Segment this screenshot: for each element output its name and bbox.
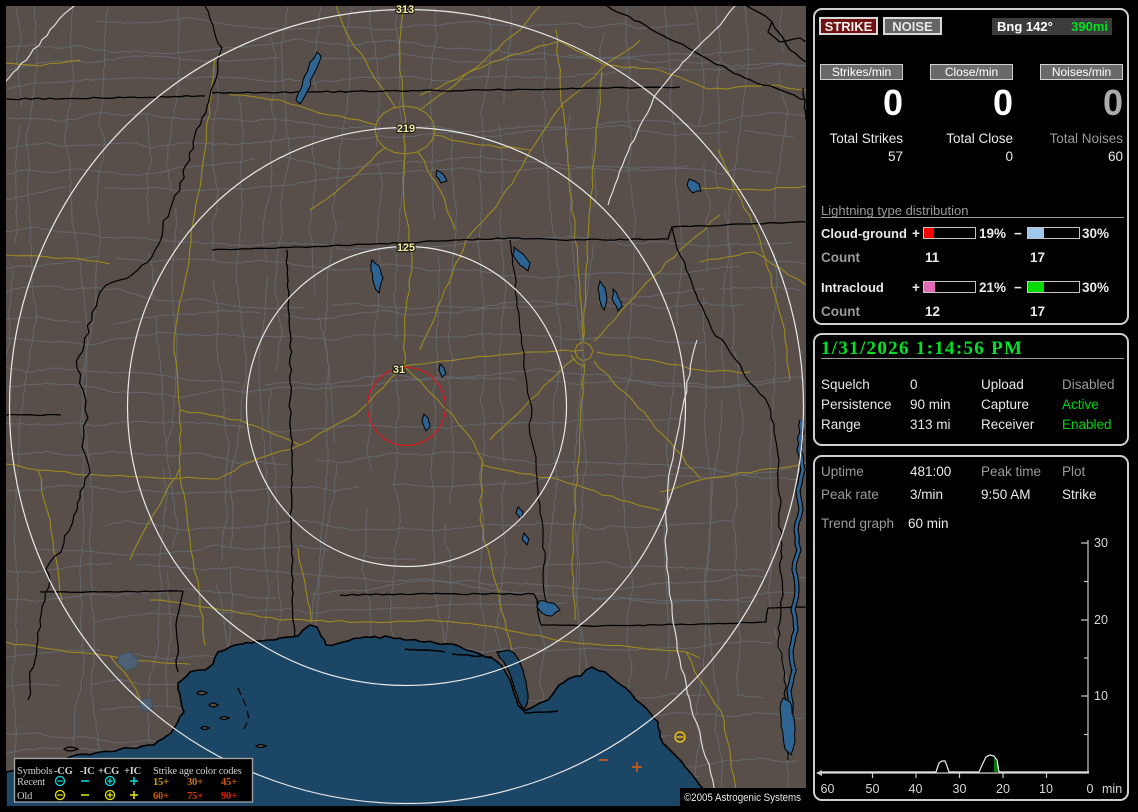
svg-text:125: 125 [397, 242, 415, 254]
svg-text:10: 10 [1039, 782, 1053, 796]
svg-text:Symbols: Symbols [17, 766, 52, 777]
svg-text:50: 50 [866, 782, 880, 796]
svg-text:45+: 45+ [221, 777, 237, 788]
svg-text:+IC: +IC [124, 766, 141, 777]
svg-text:30: 30 [1094, 536, 1108, 550]
svg-text:31: 31 [393, 364, 405, 376]
svg-text:219: 219 [397, 123, 415, 135]
svg-text:60+: 60+ [153, 791, 169, 802]
svg-text:0: 0 [1087, 782, 1094, 796]
svg-text:Strike age color codes: Strike age color codes [153, 766, 242, 777]
svg-text:10: 10 [1094, 689, 1108, 703]
svg-text:-CG: -CG [54, 766, 73, 777]
svg-text:20: 20 [1094, 613, 1108, 627]
svg-text:min: min [1102, 782, 1122, 796]
svg-text:©2005 Astrogenic Systems: ©2005 Astrogenic Systems [684, 792, 801, 804]
svg-text:30+: 30+ [187, 777, 203, 788]
svg-text:20: 20 [996, 782, 1010, 796]
svg-text:40: 40 [909, 782, 923, 796]
svg-text:75+: 75+ [187, 791, 203, 802]
svg-text:+CG: +CG [98, 766, 119, 777]
svg-text:60: 60 [821, 782, 835, 796]
svg-text:Recent: Recent [17, 777, 45, 788]
svg-text:-IC: -IC [80, 766, 95, 777]
svg-text:15+: 15+ [153, 777, 169, 788]
svg-text:30: 30 [953, 782, 967, 796]
svg-text:313: 313 [396, 4, 414, 16]
svg-text:Old: Old [17, 791, 33, 802]
svg-text:90+: 90+ [221, 791, 237, 802]
